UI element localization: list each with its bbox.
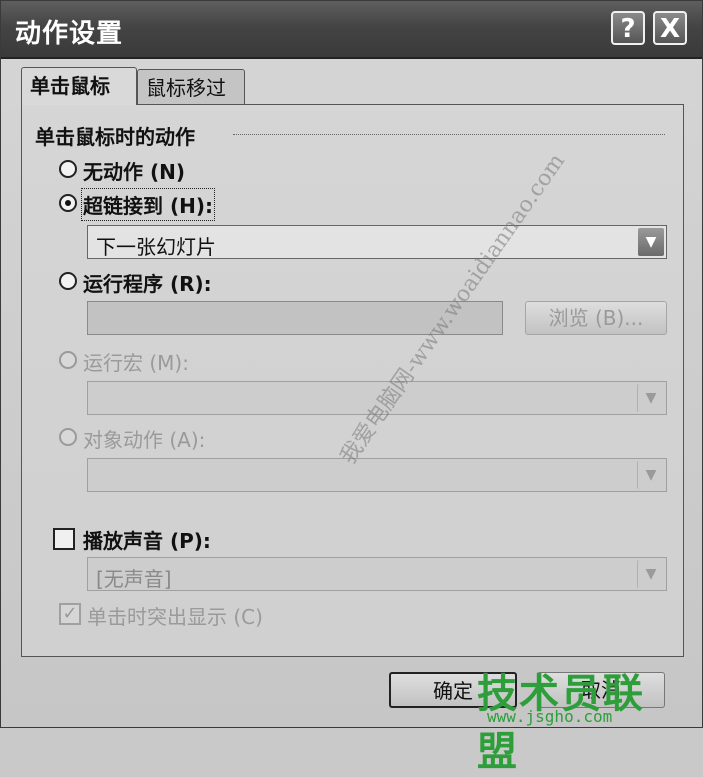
tab-mouse-click[interactable]: 单击鼠标 <box>21 67 137 105</box>
no-action-label: 无动作 (N) <box>83 160 185 184</box>
chevron-down-icon[interactable]: ▼ <box>638 228 664 256</box>
run-macro-label: 运行宏 (M): <box>83 351 189 375</box>
check-icon: ✓ <box>62 603 78 624</box>
object-action-label: 对象动作 (A): <box>83 428 206 452</box>
title-bar: 动作设置 ? X <box>1 1 702 59</box>
hyperlink-select-value: 下一张幻灯片 <box>96 235 216 259</box>
close-button[interactable]: X <box>653 11 687 45</box>
object-action-select[interactable]: ▼ <box>87 458 667 492</box>
play-sound-checkbox[interactable] <box>53 528 75 550</box>
group-divider <box>233 134 665 135</box>
group-title: 单击鼠标时的动作 <box>35 125 195 149</box>
radio-object-action[interactable] <box>59 428 77 446</box>
highlight-click-checkbox[interactable]: ✓ <box>59 603 81 625</box>
hyperlink-select[interactable]: 下一张幻灯片 ▼ <box>87 225 667 259</box>
help-button[interactable]: ? <box>611 11 645 45</box>
run-program-label: 运行程序 (R): <box>83 272 212 296</box>
action-settings-dialog: 动作设置 ? X 单击鼠标 鼠标移过 单击鼠标时的动作 无动作 (N) 超链接到… <box>0 0 703 775</box>
chevron-down-icon[interactable]: ▼ <box>637 560 664 588</box>
play-sound-label: 播放声音 (P): <box>83 529 211 553</box>
site-logo: 技术员联盟 <box>477 671 645 775</box>
radio-hyperlink[interactable] <box>59 194 77 212</box>
hyperlink-label: 超链接到 (H): <box>81 188 215 221</box>
highlight-click-label: 单击时突出显示 (C) <box>87 605 263 629</box>
radio-run-program[interactable] <box>59 272 77 290</box>
radio-no-action[interactable] <box>59 160 77 178</box>
radio-run-macro[interactable] <box>59 351 77 369</box>
chevron-down-icon[interactable]: ▼ <box>637 384 664 412</box>
browse-button[interactable]: 浏览 (B)... <box>525 301 667 335</box>
sound-select[interactable]: [无声音] ▼ <box>87 557 667 591</box>
dialog-title: 动作设置 <box>15 19 124 49</box>
site-logo-url: www.jsgho.com <box>487 707 613 726</box>
tab-mouse-over[interactable]: 鼠标移过 <box>137 69 245 105</box>
chevron-down-icon[interactable]: ▼ <box>637 461 664 489</box>
sound-select-value: [无声音] <box>96 567 172 591</box>
